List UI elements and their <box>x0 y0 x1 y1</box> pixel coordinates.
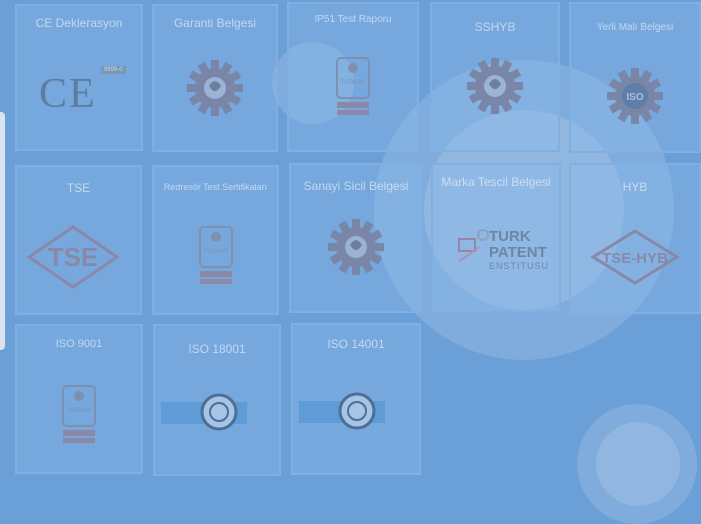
svg-text:ISO: ISO <box>626 92 643 103</box>
tse-hyb-diamond-icon: TSE-HYB <box>589 229 681 285</box>
certificate-title: HYB <box>622 180 648 194</box>
certificate-title: ISO 18001 <box>188 342 246 356</box>
ce-mark-icon: CE 9999-0 <box>35 66 135 126</box>
turk-patent-icon: TURK PATENT ENSTITUSU <box>455 227 559 277</box>
svg-text:TÜRKAK: TÜRKAK <box>341 79 365 86</box>
certificate-title: CE Deklerasyon <box>35 16 123 30</box>
svg-text:TSE: TSE <box>48 242 99 272</box>
background-bubble <box>577 404 697 524</box>
certificate-title: IP51 Test Raporu <box>314 14 392 25</box>
certificate-title: ISO 9001 <box>55 338 103 350</box>
certificate-card[interactable]: TSE TSE <box>15 165 142 315</box>
svg-text:TSE-HYB: TSE-HYB <box>602 250 668 267</box>
certificate-card[interactable]: ISO 9001 TÜRKAK <box>15 324 143 474</box>
background-bubble <box>596 422 680 506</box>
certificate-title: SSHYB <box>474 20 516 34</box>
certificate-title: Marka Tescil Belgesi <box>441 175 551 189</box>
turkak-badge-icon: TÜRKAK <box>198 225 234 287</box>
certificate-card[interactable]: SSHYB <box>430 2 560 152</box>
iso-seal-banner-icon <box>161 390 253 434</box>
svg-text:TÜRKAK: TÜRKAK <box>203 248 227 255</box>
certificate-title: Redresör Test Sertifikaları <box>163 182 268 192</box>
certificate-card[interactable]: Yerli Malı Belgesi ISO <box>569 2 701 153</box>
gear-certificate-icon <box>185 58 245 118</box>
side-panel-tab[interactable] <box>0 112 5 350</box>
certificate-card[interactable]: ISO 14001 <box>291 323 421 475</box>
certificate-title: TSE <box>66 181 91 195</box>
certificate-card[interactable]: CE Deklerasyon CE 9999-0 <box>15 4 143 151</box>
certificate-card[interactable]: IP51 Test Raporu TÜRKAK <box>287 2 419 152</box>
certificate-card[interactable]: ISO 18001 <box>153 324 281 476</box>
certificate-title: Garanti Belgesi <box>173 16 257 30</box>
gear-certificate-icon <box>326 217 386 277</box>
certificate-card[interactable]: HYB TSE-HYB <box>569 163 701 314</box>
certificate-card[interactable]: Marka Tescil Belgesi TURK PATENT ENSTITU… <box>431 163 561 313</box>
certificate-card[interactable]: Redresör Test Sertifikaları TÜRKAK <box>152 165 279 315</box>
gear-certificate-icon <box>465 56 525 116</box>
iso-seal-banner-icon <box>299 389 391 433</box>
certificate-title: Sanayi Sicil Belgesi <box>303 179 409 193</box>
iso-gear-icon: ISO <box>605 66 665 126</box>
certificate-card[interactable]: Sanayi Sicil Belgesi <box>289 163 423 313</box>
tse-diamond-icon: TSE <box>25 225 121 289</box>
certificate-title: ISO 14001 <box>327 337 385 351</box>
certificate-title: Yerli Malı Belgesi <box>596 22 674 33</box>
svg-text:TÜRKAK: TÜRKAK <box>67 407 91 414</box>
turkak-badge-icon: TÜRKAK <box>335 56 371 118</box>
turkak-badge-icon: TÜRKAK <box>61 384 97 446</box>
certificate-card[interactable]: Garanti Belgesi <box>152 4 278 152</box>
